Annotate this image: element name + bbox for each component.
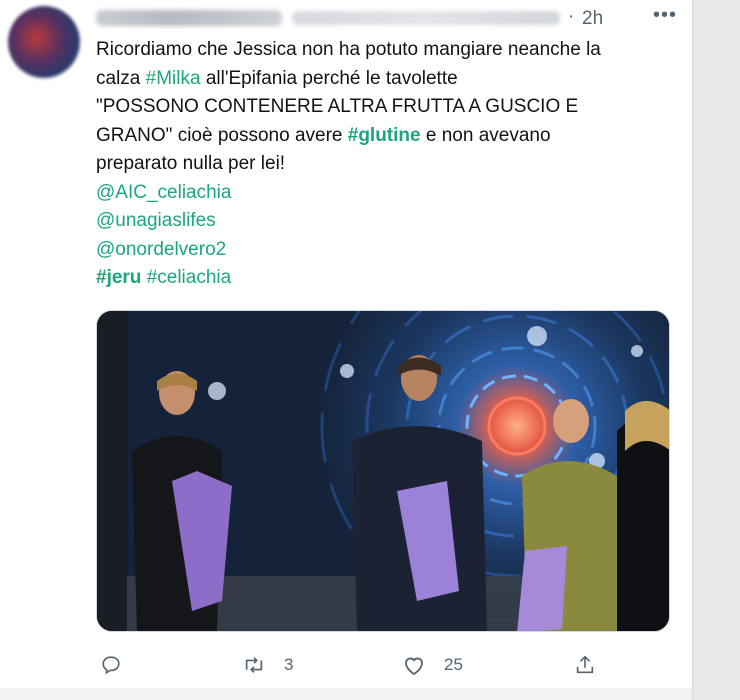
tweet-text-line: @AIC_celiachia: [96, 179, 686, 208]
hashtag-link[interactable]: #glutine: [348, 125, 421, 146]
tweet-text: Ricordiamo che Jessica non ha potuto man…: [96, 36, 686, 293]
tweet-text-segment: e non avevano: [420, 124, 551, 146]
tv-show-photo: [97, 311, 669, 631]
more-options-icon[interactable]: •••: [650, 4, 680, 30]
tweet-text-line: GRANO" cioè possono avere #glutine e non…: [96, 122, 686, 151]
tweet-text-line: @onordelvero2: [96, 236, 686, 265]
author-handle-blurred[interactable]: [292, 11, 560, 25]
window-bottom-edge: [0, 688, 692, 700]
reply-button[interactable]: [100, 650, 140, 680]
author-name-blurred[interactable]: [96, 10, 282, 26]
tweet-text-segment: "POSSONO CONTENERE ALTRA FRUTTA A GUSCIO…: [96, 96, 579, 117]
hashtag-link[interactable]: #jeru: [96, 267, 141, 288]
tweet-text-line: "POSSONO CONTENERE ALTRA FRUTTA A GUSCIO…: [96, 93, 686, 122]
hashtag-link[interactable]: #celiachia: [147, 267, 232, 288]
tweet-text-line: Ricordiamo che Jessica non ha potuto man…: [96, 36, 686, 65]
mention-link[interactable]: @unagiaslifes: [96, 210, 216, 231]
tweet-actions: 3 25: [96, 650, 676, 680]
tweet-text-line: preparato nulla per lei!: [96, 150, 686, 179]
tweet-text-line: calza #Milka all'Epifania perché le tavo…: [96, 65, 686, 94]
reply-icon: [102, 656, 120, 675]
tweet-text-segment: calza: [96, 67, 146, 89]
separator-dot: ·: [568, 6, 575, 27]
like-button[interactable]: 25: [402, 650, 463, 680]
mention-link[interactable]: @onordelvero2: [96, 239, 226, 260]
tweet-header: · 2h •••: [96, 4, 676, 30]
tweet-text-line: #jeru #celiachia: [96, 264, 686, 293]
like-count: 25: [444, 655, 463, 674]
tweet-timestamp[interactable]: 2h: [582, 8, 603, 30]
tweet-text-line: @unagiaslifes: [96, 207, 686, 236]
tweet-image[interactable]: [96, 310, 670, 632]
mention-link[interactable]: @AIC_celiachia: [96, 182, 231, 203]
tweet[interactable]: · 2h ••• Ricordiamo che Jessica non ha p…: [0, 0, 692, 688]
avatar[interactable]: [8, 6, 80, 78]
tweet-text-segment: Ricordiamo che Jessica non ha potuto man…: [96, 39, 601, 60]
share-button[interactable]: [574, 650, 596, 680]
tweet-text-segment: preparato nulla per lei!: [96, 153, 286, 174]
window-side-panel: [692, 0, 740, 700]
tweet-text-segment: all'Epifania perché le tavolette: [200, 67, 458, 89]
share-icon: [576, 655, 594, 674]
hashtag-link[interactable]: #Milka: [146, 68, 201, 89]
retweet-count: 3: [284, 655, 294, 674]
tweet-text-segment: GRANO" cioè possono avere: [96, 124, 348, 146]
retweet-icon: [245, 657, 263, 673]
retweet-button[interactable]: 3: [242, 650, 293, 680]
heart-icon: [405, 657, 423, 676]
